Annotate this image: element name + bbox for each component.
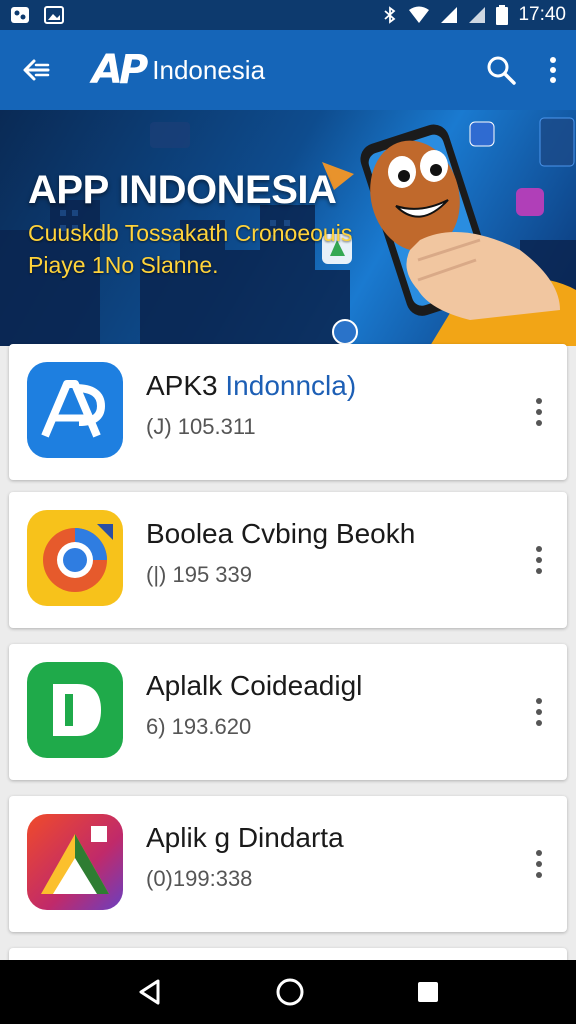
back-triangle-icon[interactable] [136,978,164,1006]
list-item[interactable]: Aplik g Dindarta (0)199:338 [9,796,567,932]
app-meta: (|) 195 339 [146,562,253,587]
image-icon [44,6,64,24]
app-name-accent: Indonncla) [217,370,357,401]
green-d-icon [27,662,123,758]
logo-mark: AP [92,47,148,93]
more-vert-icon[interactable] [527,542,551,578]
promo-banner[interactable]: APP INDONESIA Cuuskdb Tossakath Cronoeou… [0,110,576,346]
app-name: Boolea Cvbing Beokh [146,518,416,549]
banner-heading: APP INDONESIA [28,168,337,212]
list-item[interactable]: Aplalk Coideadigl 6) 193.620 [9,644,567,780]
wifi-icon [409,6,430,23]
status-bar: 17:40 [0,0,576,30]
app-name: Aplik g Dindarta [146,822,344,853]
gallery-icon [11,7,29,23]
back-arrow-icon [23,59,50,81]
app-meta: (J) 105.311 [146,414,256,439]
bluetooth-icon [384,6,396,24]
yellow-circle-icon [27,510,123,606]
list-item[interactable]: Boolea Cvbing Beokh (|) 195 339 [9,492,567,628]
apk-blue-icon [27,362,123,458]
more-vert-icon[interactable] [527,846,551,882]
app-bar: AP Indonesia [0,30,576,110]
banner-subtitle-line2: Piaye 1No Slanne. [28,252,219,278]
home-circle-icon[interactable] [275,977,305,1007]
battery-icon [496,5,509,25]
app-bar-title: Indonesia [152,54,266,85]
status-time: 17:40 [518,4,566,25]
signal-icon-2 [469,7,486,23]
app-logo: AP Indonesia [92,47,265,93]
app-meta: (0)199:338 [146,866,253,891]
app-meta: 6) 193.620 [146,714,252,739]
triangle-icon [27,814,123,910]
app-name: Aplalk Coideadigl [146,670,363,701]
more-vert-icon[interactable] [548,56,558,84]
list-item[interactable]: APK3 Indonncla) (J) 105.311 [9,344,567,480]
more-vert-icon[interactable] [527,394,551,430]
search-icon[interactable] [486,55,516,85]
banner-subtitle-line1: Cuuskdb Tossakath Cronoeouis [28,220,353,246]
app-name: APK3 Indonncla) [146,370,356,402]
recents-square-icon[interactable] [416,980,440,1004]
system-nav-bar [0,960,576,1024]
signal-icon [441,7,458,23]
back-button[interactable] [18,52,54,88]
app-name-main: APK3 [146,370,218,401]
more-vert-icon[interactable] [527,694,551,730]
